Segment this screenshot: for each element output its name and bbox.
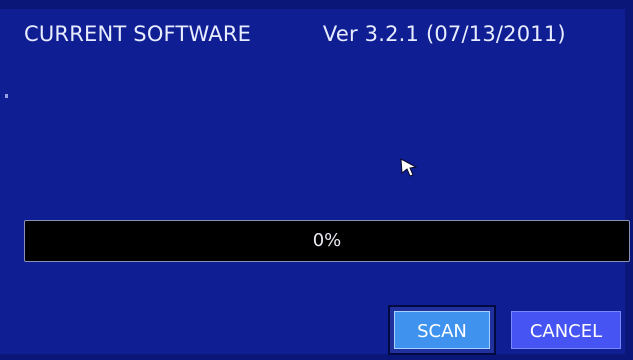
software-update-panel: CURRENT SOFTWARE Ver 3.2.1 (07/13/2011) … [0,0,633,360]
scan-button[interactable]: SCAN [394,311,490,349]
screen-artifact-dot [5,94,8,98]
bottom-border [0,354,633,360]
top-border [0,0,633,9]
current-software-row: CURRENT SOFTWARE Ver 3.2.1 (07/13/2011) [24,19,624,49]
cancel-button[interactable]: CANCEL [511,311,621,349]
current-software-label: CURRENT SOFTWARE [24,22,252,46]
right-border [625,0,633,360]
software-version-value: Ver 3.2.1 (07/13/2011) [322,22,566,46]
update-progress-bar: 0% [24,220,630,262]
mouse-pointer-icon [400,158,420,178]
update-progress-label: 0% [312,230,342,251]
